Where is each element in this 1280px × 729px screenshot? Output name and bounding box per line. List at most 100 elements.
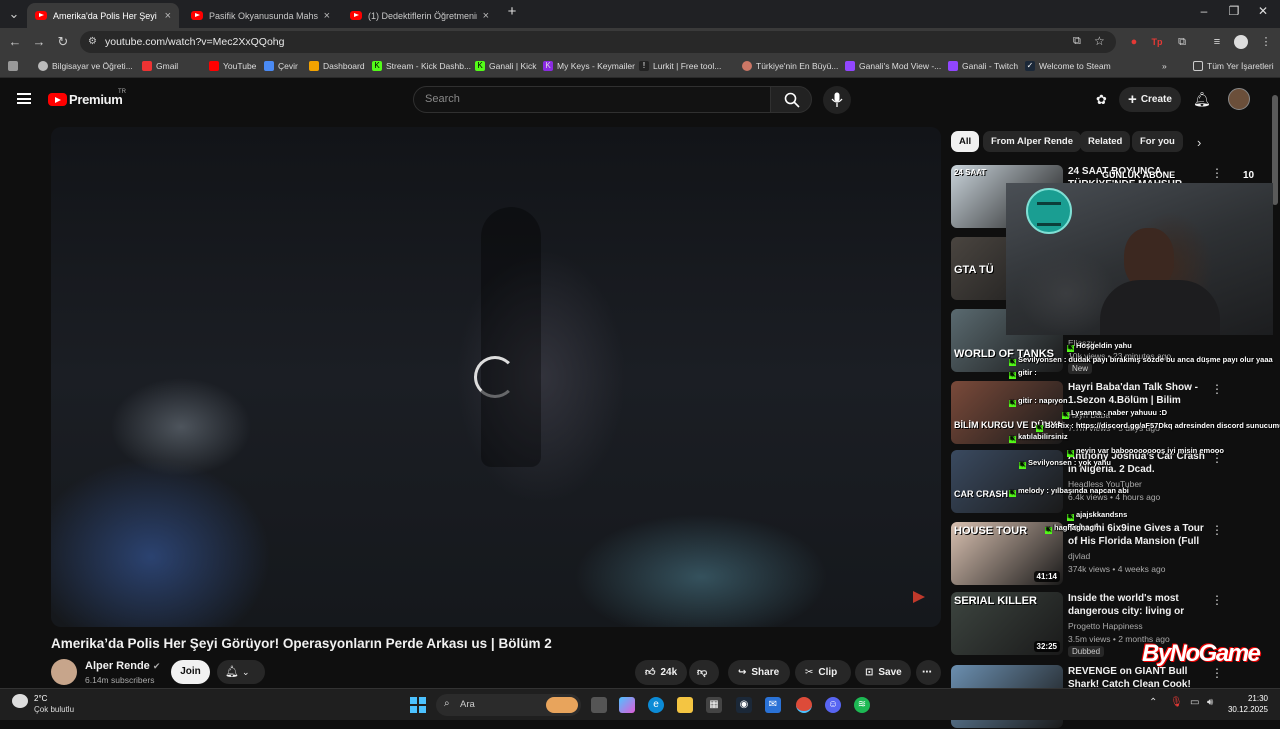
profile-icon[interactable] [1234,35,1248,49]
bookmark-item[interactable]: Bilgisayar ve Öğreti... [38,61,133,71]
mail-icon[interactable]: ✉ [765,697,781,713]
windows-start-icon[interactable] [410,697,426,713]
more-options-icon[interactable]: ⋮ [1211,166,1223,180]
bookmark-item[interactable]: ✓ Welcome to Steam [1025,61,1111,71]
chip-all[interactable]: All [951,131,980,152]
tab-close-icon[interactable]: × [165,10,171,22]
chip-from-channel[interactable]: From Alper Rende [983,131,1081,152]
clip-button[interactable]: ✂ Clip [795,660,851,685]
voice-search-button[interactable] [823,86,851,114]
chip-related[interactable]: Related [1080,131,1131,152]
bookmark-item[interactable]: Ganali - Twitch [948,61,1018,71]
edge-icon[interactable]: e [648,697,664,713]
minimize-icon[interactable]: – [1194,4,1214,18]
maximize-icon[interactable]: ❐ [1224,4,1244,18]
recommendation-channel[interactable]: djvlad [1068,551,1090,561]
file-explorer-icon[interactable] [677,697,693,713]
more-actions-button[interactable]: ⋯ [916,660,941,685]
youtube-logo-icon[interactable] [48,93,67,106]
taskbar-search-input[interactable]: ⌕ Ara [436,694,581,716]
bookmark-item[interactable]: ! Lurkit | Free tool... [639,61,721,71]
notifications-bell-icon[interactable]: 🔔︎ [1193,91,1211,108]
search-input[interactable]: Search [413,86,771,113]
weather-cloud-icon[interactable] [12,694,28,708]
channel-name[interactable]: Alper Rende ✔ [85,660,160,672]
microphone-icon[interactable]: 🎙︎ [1170,697,1183,708]
more-options-icon[interactable]: ⋮ [1211,593,1223,607]
browser-tab-1[interactable]: Amerika'da Polis Her Şeyi Görüyor! × [27,3,179,28]
bookmark-item[interactable]: Gmail [142,61,178,71]
bookmark-item[interactable]: K Ganali | Kick [475,61,537,71]
clock-date[interactable]: 30.12.2025 [1222,705,1268,714]
bookmark-item[interactable]: Dashboard [309,61,365,71]
recommendation-item[interactable]: HOUSE TOUR 41:14 Tekashi 6ix9ine Gives a T… [951,522,1263,586]
network-icon[interactable]: ▭ [1190,697,1199,708]
bookmark-item[interactable]: K My Keys - Keymailer [543,61,635,71]
copilot-icon[interactable] [619,697,635,713]
spotify-icon[interactable]: ≋ [854,697,870,713]
store-icon[interactable]: ▦ [706,697,722,713]
create-button[interactable]: + Create [1119,87,1181,112]
omnibox[interactable]: ⚙ youtube.com/watch?v=Mec2XxQQohg ⧉ ☆ [80,31,1116,53]
new-tab-button[interactable]: + [502,3,522,20]
bookmark-item[interactable]: K Stream - Kick Dashb... [372,61,471,71]
search-button[interactable] [770,86,812,113]
search-placeholder: Search [425,93,460,105]
tray-overflow-icon[interactable]: ⌃ [1149,697,1157,708]
save-button[interactable]: ⊡ Save [855,660,911,685]
steam-icon[interactable]: ◉ [736,697,752,713]
dislike-button[interactable]: 👎︎ [689,660,719,685]
chrome-icon[interactable] [796,697,812,713]
clock-time[interactable]: 21:30 [1230,694,1268,703]
reload-icon[interactable]: ↻ [55,34,71,50]
apps-grid-icon[interactable] [8,61,22,71]
task-view-icon[interactable] [591,697,607,713]
more-options-icon[interactable]: ⋮ [1211,523,1223,537]
chat-message-text: Sevilyonsen : dudak payı bırakmış sözde … [1018,355,1273,364]
browser-tab-3[interactable]: (1) Dedektiflerin Öğretmenin İç × [342,3,497,28]
extension-tp-icon[interactable]: Tp [1150,35,1164,49]
back-icon[interactable]: ← [7,34,23,50]
video-player[interactable] [51,127,941,627]
studio-icon[interactable]: ✿ [1096,92,1107,108]
media-control-icon[interactable]: ≡ [1210,35,1224,49]
premium-logo-text[interactable]: Premium [69,92,123,107]
weather-temperature[interactable]: 2°C [34,694,47,703]
more-bookmarks-icon[interactable]: » [1162,61,1167,71]
chip-for-you[interactable]: For you [1132,131,1183,152]
extension-red-icon[interactable]: ● [1127,35,1141,49]
discord-icon[interactable]: ☺ [825,697,841,713]
bookmark-star-icon[interactable]: ☆ [1094,34,1105,48]
subscription-bell-button[interactable]: 🔔︎ ⌄ [217,660,265,684]
forward-icon[interactable]: → [31,34,47,50]
tab-close-icon[interactable]: × [324,10,330,22]
install-app-icon[interactable]: ⧉ [1073,35,1081,48]
tab-search-icon[interactable]: ⌄ [6,6,22,22]
like-button[interactable]: 👍︎ 24k [635,660,687,685]
chevron-right-icon[interactable]: › [1197,135,1201,150]
recommendation-title[interactable]: Hayri Baba'dan Talk Show - 1.Sezon 4.Böl… [1068,381,1208,408]
extensions-puzzle-icon[interactable]: ⧉ [1175,35,1189,49]
site-info-icon[interactable]: ⚙ [88,36,97,47]
join-button[interactable]: Join [171,660,210,684]
all-bookmarks[interactable]: Tüm Yer İşaretleri [1193,61,1274,71]
browser-tab-2[interactable]: Pasifik Okyanusunda Mahsur Ka × [183,3,338,28]
recommendation-channel[interactable]: Progetto Happiness [1068,621,1143,631]
share-button[interactable]: ↪ Share [728,660,790,685]
recommendation-title[interactable]: Inside the world's most dangerous city: … [1068,592,1208,619]
tab-close-icon[interactable]: × [483,10,489,22]
video-thumbnail[interactable]: SERIAL KILLER 32:25 [951,592,1063,655]
bookmark-item[interactable]: Çevir [264,61,298,71]
volume-icon[interactable]: 🔊︎ [1207,697,1213,708]
bookmark-item[interactable]: Türkiye'nin En Büyü... [742,61,838,71]
bookmark-item[interactable]: Ganali's Mod View -... [845,61,941,71]
browser-menu-icon[interactable]: ⋮ [1259,35,1273,49]
menu-icon[interactable] [17,93,31,104]
more-options-icon[interactable]: ⋮ [1211,666,1223,680]
weather-description[interactable]: Çok bulutlu [34,705,74,714]
channel-avatar[interactable] [51,659,77,685]
account-avatar[interactable] [1228,88,1250,110]
close-window-icon[interactable]: ✕ [1253,4,1273,18]
bookmark-item[interactable]: YouTube [209,61,256,71]
more-options-icon[interactable]: ⋮ [1211,382,1223,396]
